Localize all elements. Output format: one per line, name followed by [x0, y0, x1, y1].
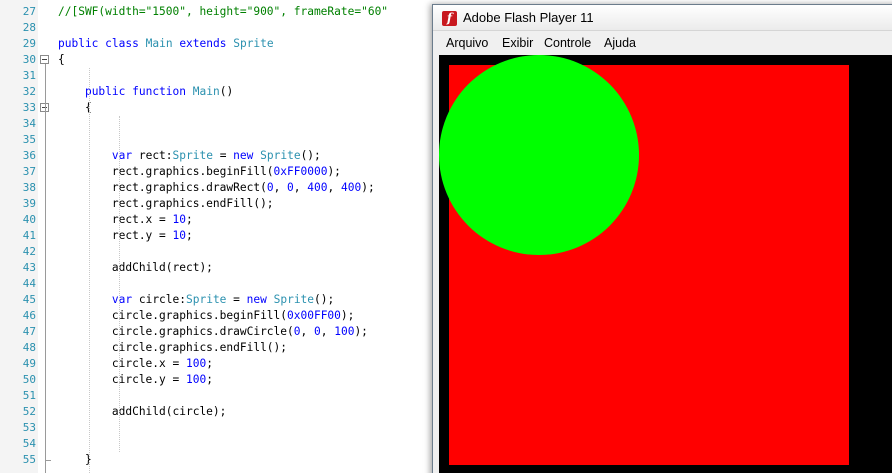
- menu-exibir[interactable]: Exibir: [502, 36, 533, 50]
- menu-ajuda[interactable]: Ajuda: [604, 36, 636, 50]
- stage-canvas: [439, 55, 892, 473]
- code-text[interactable]: var rect:Sprite = new Sprite();: [58, 148, 321, 164]
- line-number: 48: [22, 341, 36, 354]
- code-text[interactable]: rect.y = 10;: [58, 228, 193, 244]
- code-text[interactable]: //[SWF(width="1500", height="900", frame…: [58, 4, 388, 20]
- line-number: 47: [22, 325, 36, 338]
- line-number: 41: [22, 229, 36, 242]
- line-number: 29: [22, 37, 36, 50]
- line-number: 38: [22, 181, 36, 194]
- line-number: 39: [22, 197, 36, 210]
- line-number: 44: [22, 277, 36, 290]
- line-number: 49: [22, 357, 36, 370]
- line-number: 28: [22, 21, 36, 34]
- flash-stage[interactable]: [439, 55, 892, 473]
- menu-bar: Arquivo Exibir Controle Ajuda: [433, 32, 892, 53]
- line-number: 33: [22, 101, 36, 114]
- line-number: 46: [22, 309, 36, 322]
- line-number: 52: [22, 405, 36, 418]
- line-number: 51: [22, 389, 36, 402]
- line-number: 42: [22, 245, 36, 258]
- fold-end-marker: [45, 460, 51, 461]
- code-text[interactable]: }: [58, 452, 92, 468]
- line-number: 45: [22, 293, 36, 306]
- window-titlebar[interactable]: f Adobe Flash Player 11: [433, 5, 892, 31]
- line-number: 37: [22, 165, 36, 178]
- code-text[interactable]: circle.x = 100;: [58, 356, 213, 372]
- flash-player-icon: f: [442, 11, 457, 26]
- line-number: 31: [22, 69, 36, 82]
- line-number: 43: [22, 261, 36, 274]
- green-circle: [439, 55, 639, 255]
- code-text[interactable]: var circle:Sprite = new Sprite();: [58, 292, 334, 308]
- code-text[interactable]: circle.y = 100;: [58, 372, 213, 388]
- line-number: 53: [22, 421, 36, 434]
- code-text[interactable]: rect.graphics.beginFill(0xFF0000);: [58, 164, 341, 180]
- line-number: 55: [22, 453, 36, 466]
- code-text[interactable]: rect.graphics.endFill();: [58, 196, 274, 212]
- line-number: 35: [22, 133, 36, 146]
- window-title: Adobe Flash Player 11: [463, 10, 594, 25]
- code-text[interactable]: {: [58, 52, 65, 68]
- flash-player-window[interactable]: f Adobe Flash Player 11 Arquivo Exibir C…: [432, 4, 892, 473]
- line-number: 30: [22, 53, 36, 66]
- code-text[interactable]: circle.graphics.beginFill(0x00FF00);: [58, 308, 355, 324]
- code-text[interactable]: rect.graphics.drawRect(0, 0, 400, 400);: [58, 180, 375, 196]
- code-text[interactable]: addChild(rect);: [58, 260, 213, 276]
- indent-guide: [119, 116, 120, 452]
- line-number: 27: [22, 5, 36, 18]
- menu-controle[interactable]: Controle: [544, 36, 591, 50]
- code-text[interactable]: circle.graphics.endFill();: [58, 340, 287, 356]
- fold-range-line: [45, 64, 46, 473]
- menu-arquivo[interactable]: Arquivo: [446, 36, 488, 50]
- line-number: 32: [22, 85, 36, 98]
- line-number: 50: [22, 373, 36, 386]
- line-number: 40: [22, 213, 36, 226]
- line-number: 34: [22, 117, 36, 130]
- code-text[interactable]: rect.x = 10;: [58, 212, 193, 228]
- code-text[interactable]: {: [58, 100, 92, 116]
- code-text[interactable]: public class Main extends Sprite: [58, 36, 274, 52]
- line-number: 54: [22, 437, 36, 450]
- fold-toggle-icon[interactable]: [40, 55, 49, 64]
- code-text[interactable]: circle.graphics.drawCircle(0, 0, 100);: [58, 324, 368, 340]
- code-text[interactable]: public function Main(): [58, 84, 233, 100]
- line-number: 36: [22, 149, 36, 162]
- indent-guide: [89, 68, 90, 473]
- code-text[interactable]: addChild(circle);: [58, 404, 227, 420]
